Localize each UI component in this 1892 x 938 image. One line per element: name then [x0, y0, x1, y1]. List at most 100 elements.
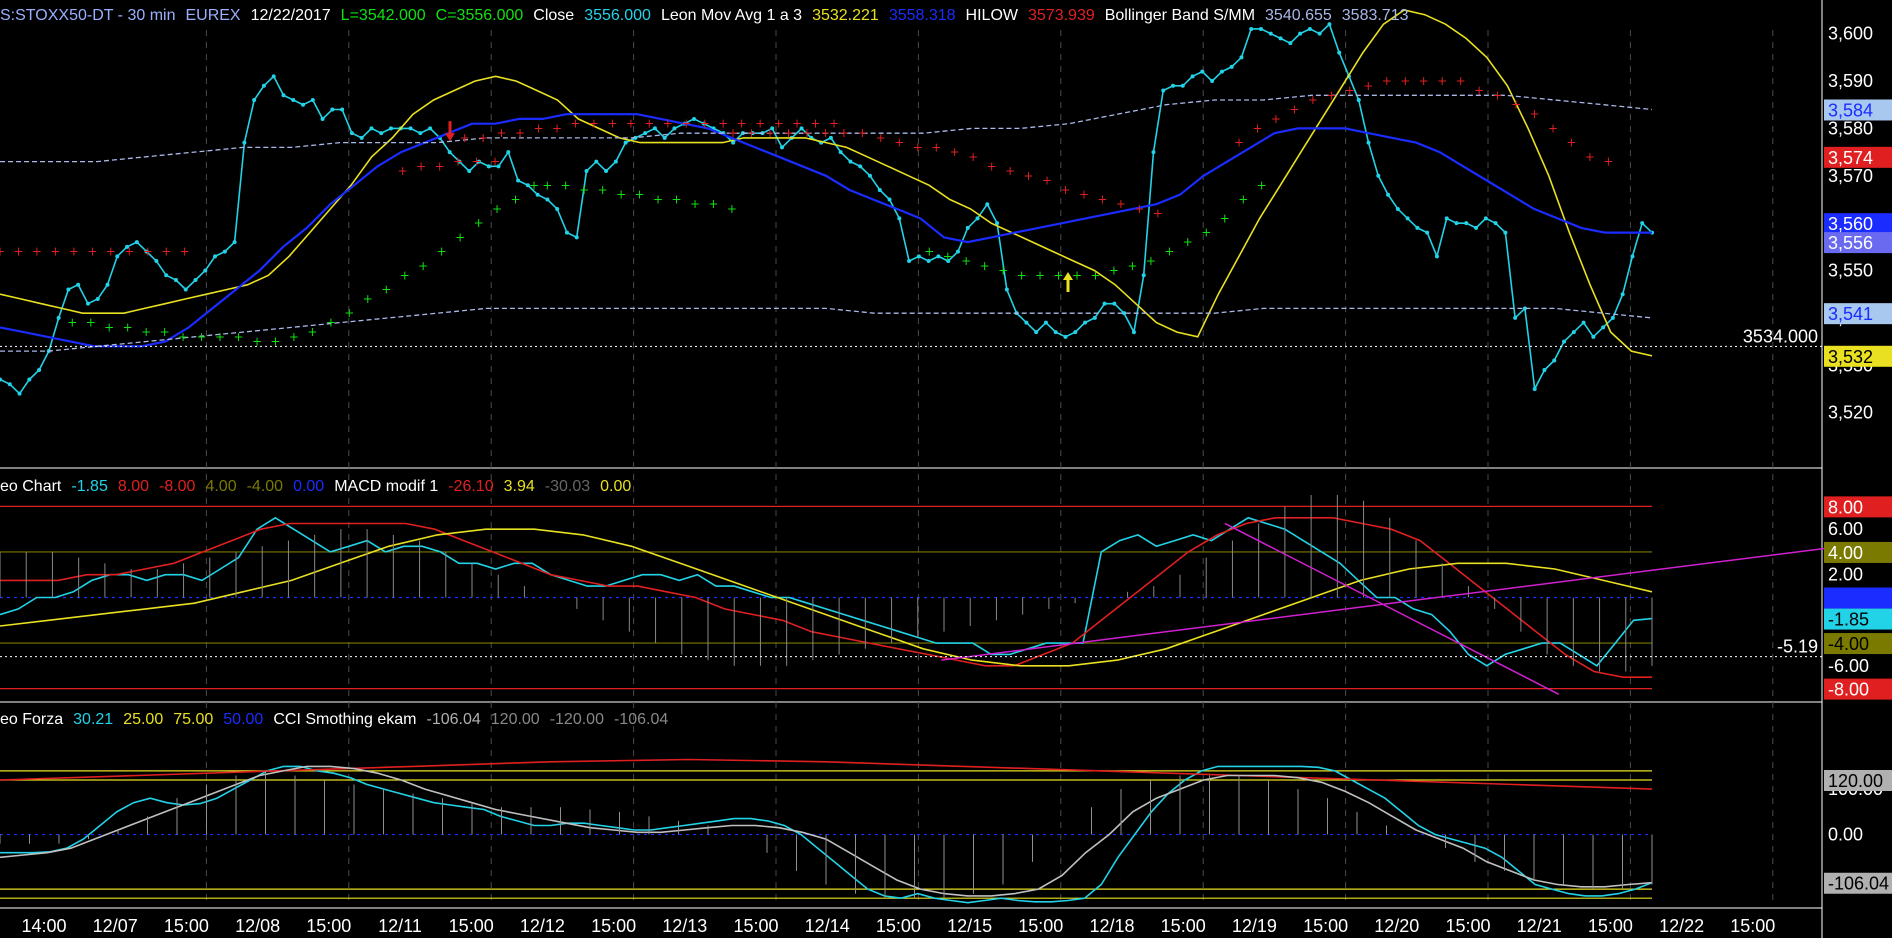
close-point: [604, 169, 609, 174]
hilow-mark: +: [104, 320, 114, 334]
close-point: [916, 254, 921, 259]
header-item: -106.04: [427, 711, 481, 728]
y-tick-label: 3,600: [1828, 24, 1873, 44]
hilow-mark: +: [416, 159, 426, 173]
close-point: [975, 216, 980, 221]
hilow-mark: +: [542, 178, 552, 192]
close-point: [1532, 386, 1537, 391]
hilow-mark: +: [1419, 74, 1429, 88]
price-label-text: -1.85: [1828, 610, 1869, 630]
hilow-mark: +: [106, 245, 116, 259]
close-point: [564, 230, 569, 235]
header-item: MACD modif 1: [334, 478, 438, 495]
close-point: [1249, 26, 1254, 31]
header-item: C=3556.000: [436, 7, 524, 24]
hilow-mark: +: [1109, 264, 1119, 278]
hilow-mark: +: [180, 245, 190, 259]
close-point: [936, 254, 941, 259]
header-item: -8.00: [159, 478, 196, 495]
hilow-mark: +: [765, 126, 775, 140]
price-panel-header: S:STOXX50-DT - 30 min EUREX 12/22/2017 L=35…: [0, 7, 1409, 24]
close-point: [252, 98, 257, 102]
hilow-mark: +: [215, 330, 225, 344]
close-point: [95, 296, 100, 301]
close-point: [1464, 221, 1469, 226]
close-point: [838, 150, 843, 155]
close-point: [1493, 221, 1498, 226]
header-item: CCI Smothing ekam: [273, 711, 416, 728]
hilow-mark: +: [86, 316, 96, 330]
hilow-mark: +: [829, 117, 839, 131]
close-point: [408, 126, 413, 131]
hilow-mark: +: [708, 197, 718, 211]
header-item: 3540.655: [1265, 7, 1332, 24]
close-point: [1503, 230, 1508, 235]
hilow-mark: +: [67, 316, 77, 330]
header-item: -1.85: [71, 478, 108, 495]
header-item: 8.00: [118, 478, 149, 495]
close-point: [330, 107, 335, 112]
hilow-mark: +: [178, 330, 188, 344]
hilow-mark: +: [69, 245, 79, 259]
close-point: [1552, 358, 1557, 363]
price-label-text: 3,556: [1828, 233, 1873, 253]
header-item: 3558.318: [889, 7, 956, 24]
close-point: [17, 391, 22, 396]
hilow-mark: +: [492, 202, 502, 216]
hilow-mark: +: [998, 264, 1008, 278]
x-tick-label: 12/15: [947, 916, 992, 936]
header-item: L=3542.000: [341, 7, 426, 24]
header-item: -4.00: [247, 478, 284, 495]
close-point: [1288, 41, 1293, 46]
hilow-mark: +: [653, 192, 663, 206]
hilow-mark: +: [626, 117, 636, 131]
close-point: [1122, 311, 1127, 316]
close-point: [310, 98, 315, 102]
close-point: [1278, 36, 1283, 41]
hilow-mark: +: [1238, 192, 1248, 206]
close-point: [1112, 301, 1117, 306]
price-label-text: 3,532: [1828, 347, 1873, 367]
close-point: [76, 282, 81, 287]
price-label-text: -8.00: [1828, 680, 1869, 700]
close-point: [1180, 83, 1185, 88]
hilow-mark: +: [700, 117, 710, 131]
hilow-mark: +: [1116, 197, 1126, 211]
hilow-mark: +: [737, 117, 747, 131]
close-point: [261, 83, 266, 88]
hilow-mark: +: [718, 117, 728, 131]
price-label-text: 3,574: [1828, 148, 1873, 168]
close-point: [193, 278, 198, 282]
hilow-mark: +: [913, 140, 923, 154]
hilow-mark: +: [511, 192, 521, 206]
hilow-mark: +: [1437, 74, 1447, 88]
x-tick-label: 15:00: [591, 916, 636, 936]
close-point: [584, 169, 589, 174]
close-point: [418, 131, 423, 136]
hilow-mark: +: [515, 126, 525, 140]
close-point: [555, 206, 560, 211]
header-item: Bollinger Band S/MM: [1105, 7, 1255, 24]
hilow-mark: +: [1326, 88, 1336, 102]
hilow-mark: +: [1042, 174, 1052, 188]
close-point: [1454, 221, 1459, 226]
x-tick-label: 12/20: [1374, 916, 1419, 936]
x-tick-label: 15:00: [733, 916, 778, 936]
close-point: [203, 268, 208, 273]
header-item: 30.21: [73, 711, 113, 728]
hilow-mark: +: [681, 117, 691, 131]
hilow-mark: +: [671, 192, 681, 206]
close-point: [643, 131, 648, 136]
y-tick-label: 0.00: [1828, 825, 1863, 845]
close-point: [1640, 221, 1645, 226]
close-point: [301, 102, 306, 107]
close-point: [1630, 254, 1635, 259]
close-point: [1161, 88, 1166, 93]
close-point: [1053, 330, 1058, 335]
close-point: [232, 240, 237, 245]
hilow-mark: +: [497, 126, 507, 140]
close-point: [1200, 69, 1205, 74]
hilow-mark: +: [802, 126, 812, 140]
y-tick-label: -6.00: [1828, 656, 1869, 676]
header-item: -120.00: [550, 711, 604, 728]
